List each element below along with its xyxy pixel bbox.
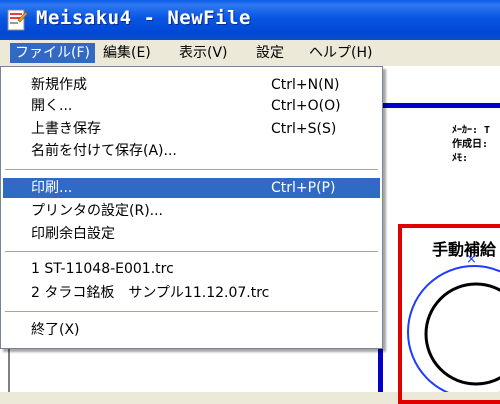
menu-item-new[interactable]: 新規作成 Ctrl+N(N): [3, 75, 380, 95]
memo-label: ﾒﾓ:: [452, 153, 469, 164]
inner-black-circle: [424, 282, 500, 386]
center-mark-icon: ×: [466, 252, 477, 267]
menu-item-label: 開く...: [31, 98, 73, 114]
menu-item-label: 2 タラコ銘板 サンプル11.12.07.trc: [31, 285, 270, 301]
title-bar: Meisaku4 - NewFile: [0, 0, 500, 40]
menu-item-label: プリンタの設定(R)...: [31, 203, 164, 219]
menu-item-save-as[interactable]: 名前を付けて保存(A)...: [3, 141, 380, 161]
menu-bar: ファイル(F) 編集(E) 表示(V) 設定 ヘルプ(H): [0, 40, 500, 66]
menu-item-shortcut: Ctrl+O(O): [271, 98, 341, 114]
menu-edit[interactable]: 編集(E): [98, 43, 156, 63]
menu-item-label: 終了(X): [31, 322, 80, 338]
window-title: Meisaku4 - NewFile: [36, 7, 251, 29]
menu-separator: [5, 251, 378, 252]
date-label: 作成日:: [452, 139, 489, 150]
menu-item-recent-2[interactable]: 2 タラコ銘板 サンプル11.12.07.trc: [3, 283, 380, 303]
menu-item-printer-setup[interactable]: プリンタの設定(R)...: [3, 201, 380, 221]
menu-item-exit[interactable]: 終了(X): [3, 320, 380, 340]
print-boundary-horizontal: [378, 103, 500, 108]
menu-separator: [5, 311, 378, 312]
document-labels: ﾒｰｶｰ: T 作成日: ﾒﾓ:: [452, 124, 490, 166]
menu-view[interactable]: 表示(V): [174, 43, 233, 63]
menu-help[interactable]: ヘルプ(H): [304, 43, 377, 63]
app-icon: [7, 9, 28, 31]
menu-item-label: 印刷...: [31, 180, 73, 196]
plate-circles[interactable]: ×: [404, 250, 500, 392]
menu-item-save[interactable]: 上書き保存 Ctrl+S(S): [3, 119, 380, 139]
menu-item-print[interactable]: 印刷... Ctrl+P(P): [3, 178, 380, 198]
menu-item-label: 上書き保存: [31, 121, 101, 137]
maker-label: ﾒｰｶｰ: T: [452, 125, 491, 136]
menu-item-shortcut: Ctrl+S(S): [271, 121, 337, 137]
menu-item-label: 印刷余白設定: [31, 226, 115, 242]
menu-separator: [5, 169, 378, 170]
menu-item-label: 名前を付けて保存(A)...: [31, 143, 177, 159]
menu-item-print-margins[interactable]: 印刷余白設定: [3, 224, 380, 244]
menu-settings[interactable]: 設定: [251, 43, 289, 63]
menu-item-label: 新規作成: [31, 77, 87, 93]
menu-item-shortcut: Ctrl+P(P): [271, 180, 336, 196]
file-menu-dropdown: 新規作成 Ctrl+N(N) 開く... Ctrl+O(O) 上書き保存 Ctr…: [0, 66, 383, 349]
menu-item-open[interactable]: 開く... Ctrl+O(O): [3, 96, 380, 116]
menu-item-shortcut: Ctrl+N(N): [271, 77, 340, 93]
menu-item-label: 1 ST-11048-E001.trc: [31, 261, 174, 277]
menu-file[interactable]: ファイル(F): [10, 43, 95, 63]
menu-item-recent-1[interactable]: 1 ST-11048-E001.trc: [3, 259, 380, 279]
